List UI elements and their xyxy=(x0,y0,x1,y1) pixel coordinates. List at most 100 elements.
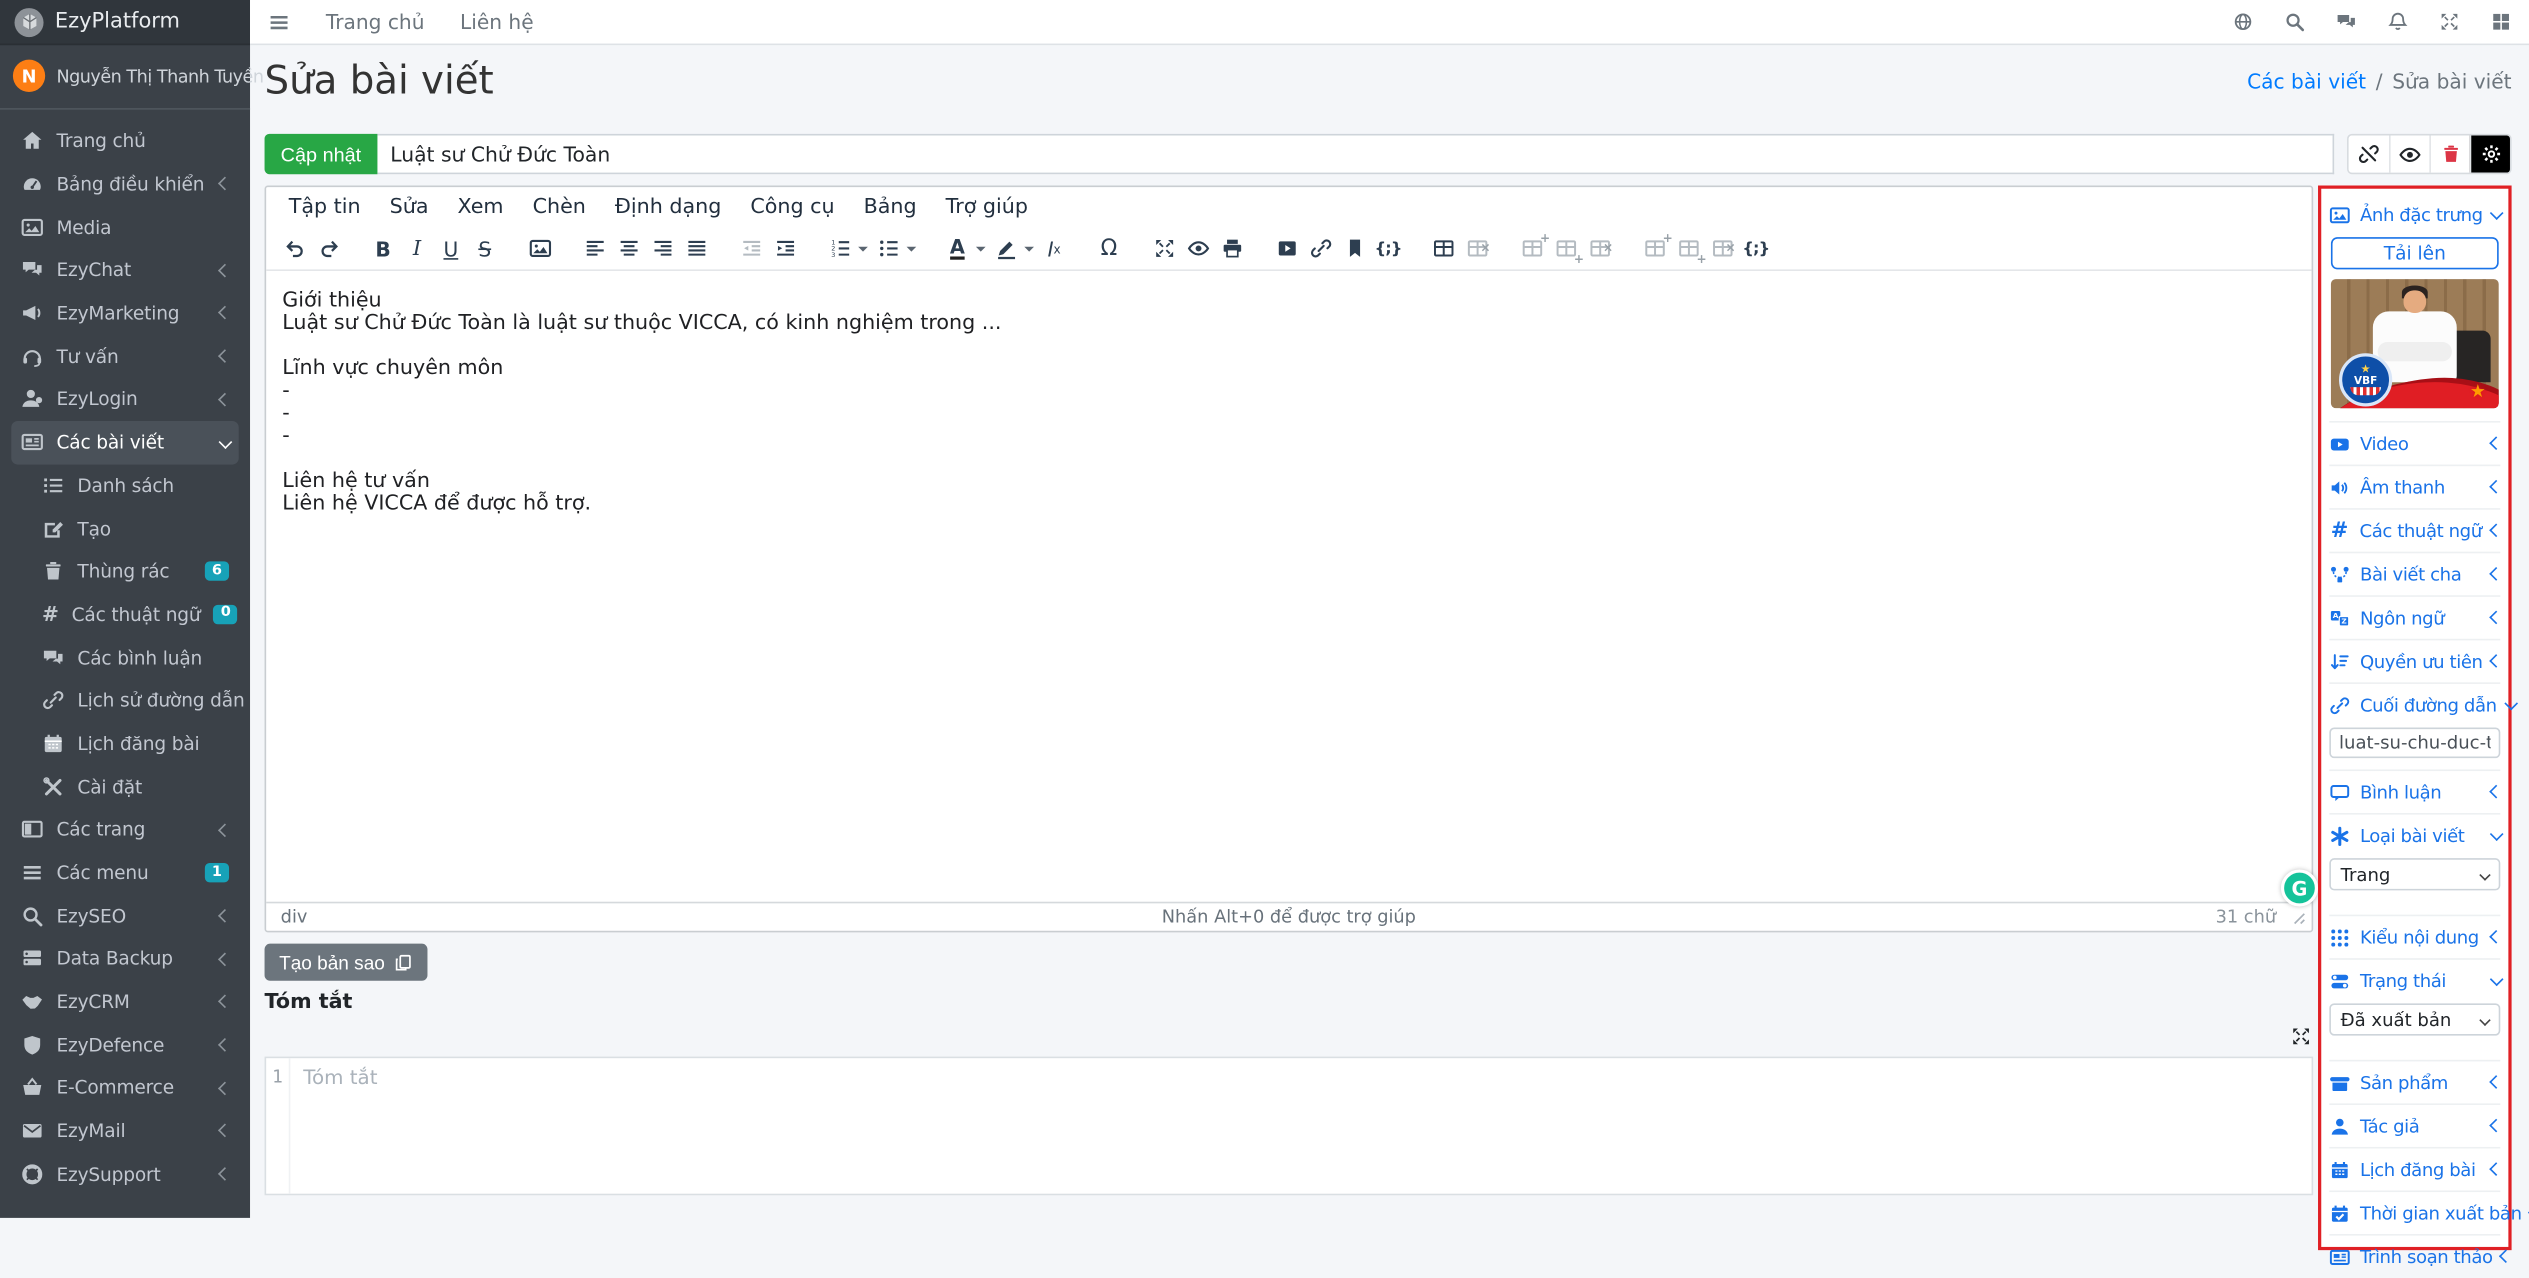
section-header-post-type[interactable]: Loại bài viết xyxy=(2329,816,2503,855)
sidebar-item-danh-sach[interactable]: Danh sách xyxy=(32,464,238,507)
sidebar-item-lich-dang-bai[interactable]: Lịch đăng bài xyxy=(32,722,238,765)
menu-table[interactable]: Bảng xyxy=(849,195,931,219)
bell-icon[interactable] xyxy=(2387,11,2408,32)
slug-input[interactable] xyxy=(2329,727,2501,759)
sidebar-item-trang-chu[interactable]: Trang chủ xyxy=(11,119,238,162)
menu-view[interactable]: Xem xyxy=(443,195,518,219)
post-type-select[interactable]: Trang xyxy=(2329,858,2501,891)
chevron-down-icon[interactable] xyxy=(1024,246,1034,257)
sidebar-item-tu-van[interactable]: Tư vấn xyxy=(11,335,238,378)
menu-help[interactable]: Trợ giúp xyxy=(931,195,1042,219)
sidebar-item-tao[interactable]: Tạo xyxy=(32,507,238,550)
settings-button[interactable] xyxy=(2469,135,2510,173)
sidebar-item-cac-binh-luan[interactable]: Các bình luận xyxy=(32,636,238,679)
sidebar-item-thung-rac[interactable]: Thùng rác 6 xyxy=(32,550,238,593)
sidebar-item-ezyseo[interactable]: EzySEO xyxy=(11,894,238,937)
delete-col-button[interactable]: × xyxy=(1705,230,1739,267)
outdent-button[interactable] xyxy=(734,230,768,267)
undo-button[interactable] xyxy=(277,230,311,267)
sidebar-item-ezychat[interactable]: EzyChat xyxy=(11,249,238,292)
code-sample-button[interactable]: {;} xyxy=(1739,230,1773,267)
status-select[interactable]: Đã xuất bản xyxy=(2329,1003,2501,1036)
row-above-button[interactable]: + xyxy=(1515,230,1550,267)
section-header-author[interactable]: Tác giả xyxy=(2329,1107,2503,1146)
sidebar-item-cac-thuat-ngu[interactable]: # Các thuật ngữ 0 xyxy=(32,593,238,636)
menu-insert[interactable]: Chèn xyxy=(518,195,600,219)
indent-button[interactable] xyxy=(768,230,802,267)
sidebar-item-ezycrm[interactable]: EzyCRM xyxy=(11,980,238,1023)
section-header-audio[interactable]: Âm thanh xyxy=(2329,468,2503,507)
bullet-list-button[interactable] xyxy=(871,230,905,267)
preview-button[interactable] xyxy=(2389,135,2430,173)
insert-media-button[interactable] xyxy=(1270,230,1304,267)
preview-button[interactable] xyxy=(1181,230,1215,267)
clear-formatting-button[interactable]: Ix xyxy=(1037,230,1071,267)
section-header-slug[interactable]: Cuối đường dẫn xyxy=(2329,686,2518,725)
post-title-input[interactable] xyxy=(377,133,2335,175)
resize-grip-icon[interactable] xyxy=(2287,907,2306,926)
section-header-priority[interactable]: Quyền ưu tiên xyxy=(2329,642,2503,681)
italic-button[interactable]: I xyxy=(400,230,434,267)
align-justify-button[interactable] xyxy=(679,230,713,267)
anchor-button[interactable] xyxy=(1337,230,1371,267)
insert-table-button[interactable] xyxy=(1426,230,1460,267)
grammarly-badge[interactable]: G xyxy=(2280,869,2319,907)
insert-image-button[interactable] xyxy=(523,230,557,267)
section-header-terms[interactable]: # Các thuật ngữ xyxy=(2329,511,2503,550)
redo-button[interactable] xyxy=(311,230,345,267)
topbar-link-contact[interactable]: Liên hệ xyxy=(460,10,534,34)
search-icon[interactable] xyxy=(2284,11,2305,32)
unlink-button[interactable] xyxy=(2348,135,2390,173)
strikethrough-button[interactable]: S xyxy=(468,230,502,267)
numbered-list-button[interactable] xyxy=(823,230,857,267)
align-right-button[interactable] xyxy=(645,230,679,267)
sidebar-item-ezymail[interactable]: EzyMail xyxy=(11,1110,238,1153)
highlight-color-button[interactable] xyxy=(989,230,1023,267)
align-left-button[interactable] xyxy=(577,230,611,267)
delete-button[interactable] xyxy=(2429,135,2470,173)
print-button[interactable] xyxy=(1215,230,1249,267)
sidebar-item-lich-su-duong-dan[interactable]: Lịch sử đường dẫn xyxy=(32,679,245,722)
col-before-button[interactable]: + xyxy=(1637,230,1673,267)
insert-link-button[interactable] xyxy=(1303,230,1337,267)
summary-editor[interactable]: 1 Tóm tắt xyxy=(264,1056,2314,1196)
sidebar-item-ezymarketing[interactable]: EzyMarketing xyxy=(11,292,238,335)
editor-content[interactable]: Giới thiệu Luật sư Chử Đức Toàn là luật … xyxy=(266,273,2311,902)
sidebar-item-ezysupport[interactable]: EzySupport xyxy=(11,1153,238,1196)
fullscreen-icon[interactable] xyxy=(2439,11,2460,32)
section-header-publish-time[interactable]: Thời gian xuất bản xyxy=(2329,1194,2522,1233)
sidebar-item-cai-dat[interactable]: Cài đặt xyxy=(32,765,238,808)
row-below-button[interactable]: + xyxy=(1549,230,1584,267)
col-after-button[interactable]: + xyxy=(1671,230,1707,267)
section-header-products[interactable]: Sản phẩm xyxy=(2329,1063,2503,1102)
underline-button[interactable]: U xyxy=(434,230,468,267)
breadcrumb-parent-link[interactable]: Các bài viết xyxy=(2247,69,2366,93)
sidebar-item-ezydefence[interactable]: EzyDefence xyxy=(11,1023,238,1066)
chevron-down-icon[interactable] xyxy=(975,246,986,257)
menu-edit[interactable]: Sửa xyxy=(375,195,443,219)
section-header-language[interactable]: Ngôn ngữ xyxy=(2329,598,2503,637)
menu-tools[interactable]: Công cụ xyxy=(736,195,849,219)
fullscreen-button[interactable] xyxy=(1147,230,1181,267)
sidebar-item-ezylogin[interactable]: EzyLogin xyxy=(11,378,238,421)
menu-format[interactable]: Định dạng xyxy=(600,195,735,219)
sidebar-item-cac-bai-viet[interactable]: Các bài viết xyxy=(11,420,239,464)
align-center-button[interactable] xyxy=(611,230,645,267)
sidebar-item-cac-trang[interactable]: Các trang xyxy=(11,808,238,851)
summary-expand-icon[interactable] xyxy=(2291,1026,2312,1047)
delete-row-button[interactable]: × xyxy=(1582,230,1616,267)
duplicate-button[interactable]: Tạo bản sao xyxy=(264,943,427,981)
section-header-comments[interactable]: Bình luận xyxy=(2329,773,2503,812)
hamburger-icon[interactable] xyxy=(268,10,291,33)
chevron-down-icon[interactable] xyxy=(858,246,868,257)
globe-icon[interactable] xyxy=(2233,11,2254,32)
section-header-schedule[interactable]: Lịch đăng bài xyxy=(2329,1150,2503,1189)
sidebar-item-cac-menu[interactable]: Các menu 1 xyxy=(11,851,238,894)
special-char-button[interactable]: Ω xyxy=(1092,230,1126,267)
update-button[interactable]: Cập nhật xyxy=(264,133,378,175)
topbar-link-home[interactable]: Trang chủ xyxy=(326,10,425,34)
sidebar-item-bang-dieu-khien[interactable]: Bảng điều khiển xyxy=(11,162,238,205)
source-code-button[interactable]: {;} xyxy=(1371,230,1405,267)
menu-file[interactable]: Tập tin xyxy=(274,195,375,219)
sidebar-item-data-backup[interactable]: Data Backup xyxy=(11,937,238,980)
